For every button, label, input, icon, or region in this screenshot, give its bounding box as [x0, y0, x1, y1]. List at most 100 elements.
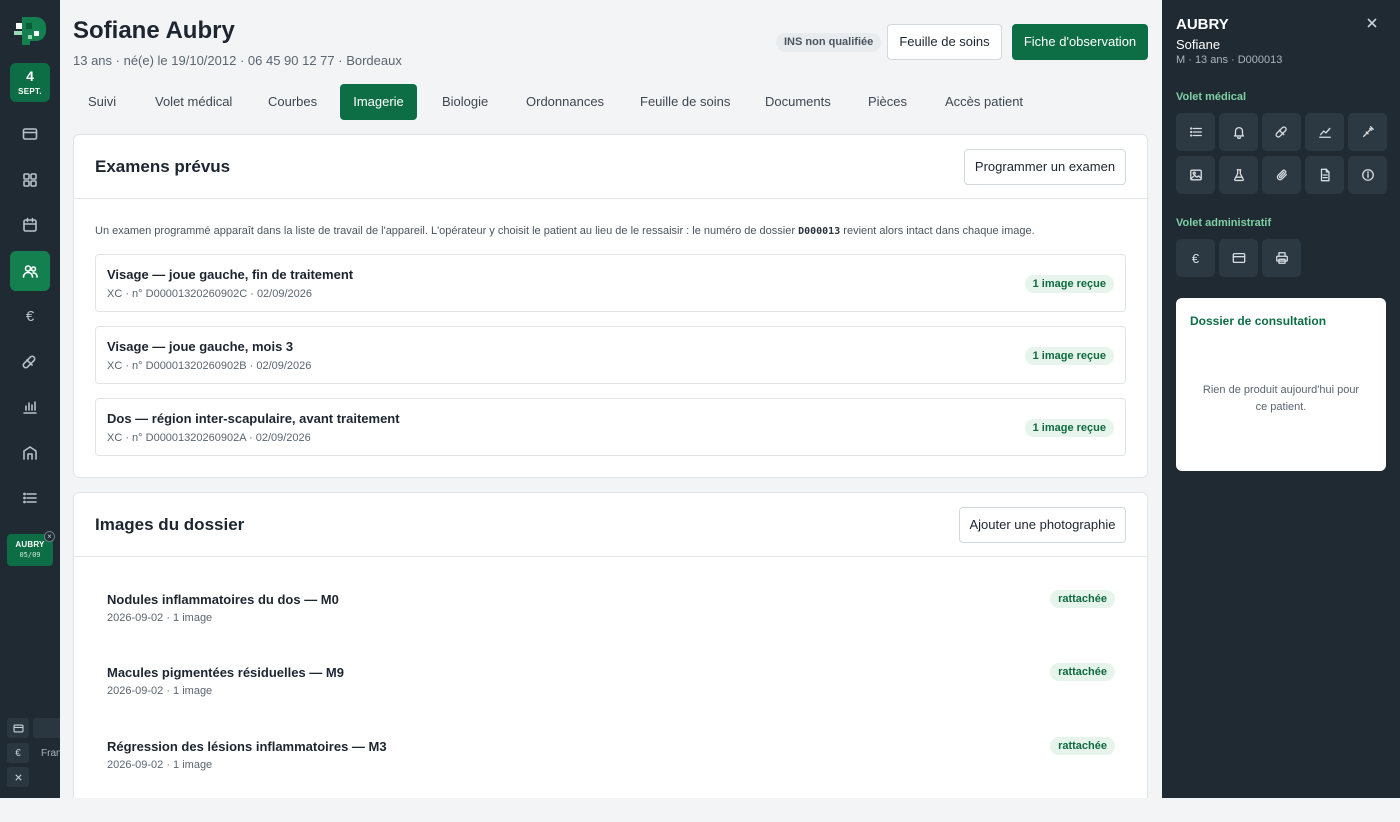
- side-curves-button[interactable]: [1305, 113, 1344, 151]
- image-subtitle: 2026-09-02 · 1 image: [107, 759, 213, 771]
- pill-icon: [1274, 126, 1287, 138]
- exam-title: Visage — joue gauche, mois 3: [107, 339, 294, 354]
- tab-documents[interactable]: Documents: [765, 84, 831, 120]
- side-summary-button[interactable]: [1176, 113, 1215, 151]
- date-day: 4: [26, 68, 34, 84]
- flask-icon: [1233, 169, 1244, 182]
- side-documents-button[interactable]: [1305, 156, 1344, 194]
- consultation-empty-text: Rien de produit aujourd'hui pour ce pati…: [1202, 384, 1360, 413]
- ins-status-badge: INS non qualifiée: [776, 33, 882, 52]
- exam-subtitle: XC · n° D00001320260902C · 02/09/2026: [107, 288, 312, 300]
- rail-close-small-button[interactable]: [7, 767, 29, 787]
- side-print-button[interactable]: [1262, 239, 1301, 277]
- tab-volet-medical[interactable]: Volet médical: [155, 84, 232, 120]
- exam-title: Dos — région inter-scapulaire, avant tra…: [107, 411, 400, 426]
- side-alerts-button[interactable]: [1219, 113, 1258, 151]
- bell-icon: [1233, 126, 1244, 139]
- status-badge: 1 image reçue: [1024, 275, 1114, 293]
- rail-billing-button[interactable]: [10, 114, 50, 154]
- patient-name: Sofiane Aubry: [73, 17, 235, 44]
- card-header: Examens prévus Programmer un examen: [74, 135, 1147, 199]
- close-panel-icon[interactable]: [1367, 15, 1381, 29]
- exam-item[interactable]: Dos — région inter-scapulaire, avant tra…: [95, 398, 1126, 456]
- tab-imagerie[interactable]: Imagerie: [340, 84, 417, 120]
- euro-icon: €: [25, 307, 35, 325]
- tab-courbes[interactable]: Courbes: [268, 84, 317, 120]
- side-treatments-button[interactable]: [1262, 113, 1301, 151]
- close-patient-chip-icon[interactable]: ×: [44, 531, 55, 542]
- image-subtitle: 2026-09-02 · 1 image: [107, 612, 213, 624]
- language-label[interactable]: Français: [41, 748, 60, 759]
- list-icon: [23, 492, 37, 504]
- scheduled-exams-card: Examens prévus Programmer un examen Un e…: [73, 134, 1148, 478]
- consultation-file-card: Dossier de consultation Rien de produit …: [1176, 298, 1386, 471]
- image-item[interactable]: Macules pigmentées résiduelles — M9 2026…: [95, 657, 1126, 717]
- exam-subtitle: XC · n° D00001320260902B · 02/09/2026: [107, 360, 312, 372]
- side-attachments-button[interactable]: [1262, 156, 1301, 194]
- patient-side-panel: AUBRY Sofiane M · 13 ans · D000013 Volet…: [1162, 0, 1400, 798]
- record-images-card: Images du dossier Ajouter une photograph…: [73, 492, 1148, 798]
- line-chart-icon: [1318, 127, 1331, 138]
- rail-dashboard-button[interactable]: [10, 160, 50, 200]
- building-icon: [23, 446, 37, 460]
- calendar-icon: [23, 217, 37, 232]
- medical-section-title: Volet médical: [1176, 91, 1247, 103]
- exam-item[interactable]: Visage — joue gauche, mois 3 XC · n° D00…: [95, 326, 1126, 384]
- rail-small-field[interactable]: [33, 718, 60, 738]
- rail-facility-button[interactable]: [10, 433, 50, 473]
- bar-chart-icon: [23, 401, 37, 414]
- rail-prescriptions-button[interactable]: [10, 342, 50, 382]
- status-badge: rattachée: [1050, 590, 1115, 608]
- rail-finance-button[interactable]: €: [10, 296, 50, 336]
- document-icon: [1320, 168, 1330, 182]
- image-item[interactable]: Régression des lésions inflammatoires — …: [95, 731, 1126, 791]
- hint-text: Un examen programmé apparaît dans la lis…: [95, 225, 799, 237]
- left-rail: 4 SEPT. € AUBRY 05/09 × € Fran: [0, 0, 60, 798]
- side-imaging-button[interactable]: [1176, 156, 1215, 194]
- side-biology-button[interactable]: [1219, 156, 1258, 194]
- paperclip-icon: [1276, 169, 1287, 181]
- date-month: SEPT.: [18, 87, 42, 96]
- side-card-button[interactable]: [1219, 239, 1258, 277]
- image-item[interactable]: Nodules inflammatoires du dos — M0 2026-…: [95, 584, 1126, 644]
- side-patient-meta: M · 13 ans · D000013: [1176, 54, 1283, 66]
- grid-icon: [23, 173, 37, 187]
- rail-calendar-button[interactable]: [10, 205, 50, 245]
- mini-patient-date: 05/09: [19, 551, 41, 559]
- tab-suivi[interactable]: Suivi: [88, 84, 116, 120]
- admin-section-title: Volet administratif: [1176, 217, 1272, 229]
- status-badge: 1 image reçue: [1024, 419, 1114, 437]
- tab-biologie[interactable]: Biologie: [442, 84, 488, 120]
- tab-acces-patient[interactable]: Accès patient: [945, 84, 1023, 120]
- exam-subtitle: XC · n° D00001320260902A · 02/09/2026: [107, 432, 311, 444]
- patient-info: 13 ans · né(e) le 19/10/2012 · 06 45 90 …: [73, 53, 402, 68]
- exam-title: Visage — joue gauche, fin de traitement: [107, 267, 354, 282]
- exam-item[interactable]: Visage — joue gauche, fin de traitement …: [95, 254, 1126, 312]
- tab-pieces[interactable]: Pièces: [868, 84, 907, 120]
- rail-currency-small-button[interactable]: €: [7, 743, 29, 763]
- syringe-icon: [1362, 126, 1374, 138]
- rail-card-small-button[interactable]: [7, 718, 29, 738]
- close-icon: [14, 773, 22, 781]
- card-icon: [12, 724, 24, 732]
- rail-stats-button[interactable]: [10, 387, 50, 427]
- tab-ordonnances[interactable]: Ordonnances: [526, 84, 604, 120]
- observation-sheet-button[interactable]: Fiche d'observation: [1012, 24, 1148, 60]
- schedule-exam-button[interactable]: Programmer un examen: [964, 149, 1126, 185]
- today-date-badge[interactable]: 4 SEPT.: [10, 63, 50, 102]
- care-sheet-button[interactable]: Feuille de soins: [887, 24, 1002, 60]
- app-logo-icon: [14, 17, 46, 45]
- card-title: Images du dossier: [95, 515, 245, 534]
- printer-icon: [1275, 252, 1288, 264]
- add-photo-button[interactable]: Ajouter une photographie: [959, 507, 1126, 543]
- image-icon: [1189, 169, 1202, 181]
- side-info-button[interactable]: [1348, 156, 1387, 194]
- rail-list-button[interactable]: [10, 478, 50, 518]
- tab-feuille-de-soins[interactable]: Feuille de soins: [640, 84, 730, 120]
- card-icon: [22, 128, 38, 140]
- card-title: Examens prévus: [95, 157, 231, 176]
- main-content: Sofiane Aubry 13 ans · né(e) le 19/10/20…: [60, 0, 1162, 798]
- side-fees-button[interactable]: €: [1176, 239, 1215, 277]
- side-vaccines-button[interactable]: [1348, 113, 1387, 151]
- rail-patients-button[interactable]: [10, 251, 50, 291]
